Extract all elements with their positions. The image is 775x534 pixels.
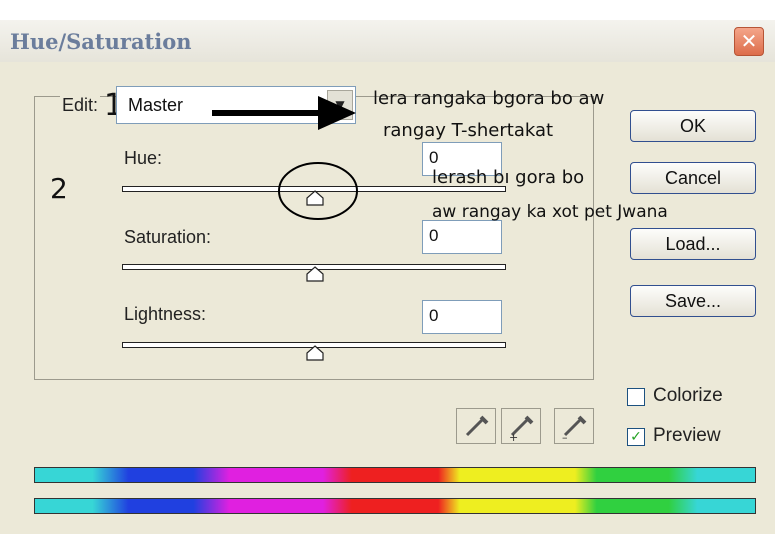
annotation-line-2: rangay T-shertakat bbox=[383, 120, 554, 141]
annotation-line-1: lera rangaka bgora bo aw bbox=[373, 88, 605, 109]
arrow-head-icon bbox=[318, 96, 356, 130]
annotation-overlay bbox=[212, 96, 358, 220]
annotation-line-4: aw rangay ka xot pet Jwana bbox=[432, 202, 668, 222]
circle-highlight bbox=[278, 162, 358, 220]
annotation-line-3: lerash bı gora bo bbox=[432, 167, 585, 188]
